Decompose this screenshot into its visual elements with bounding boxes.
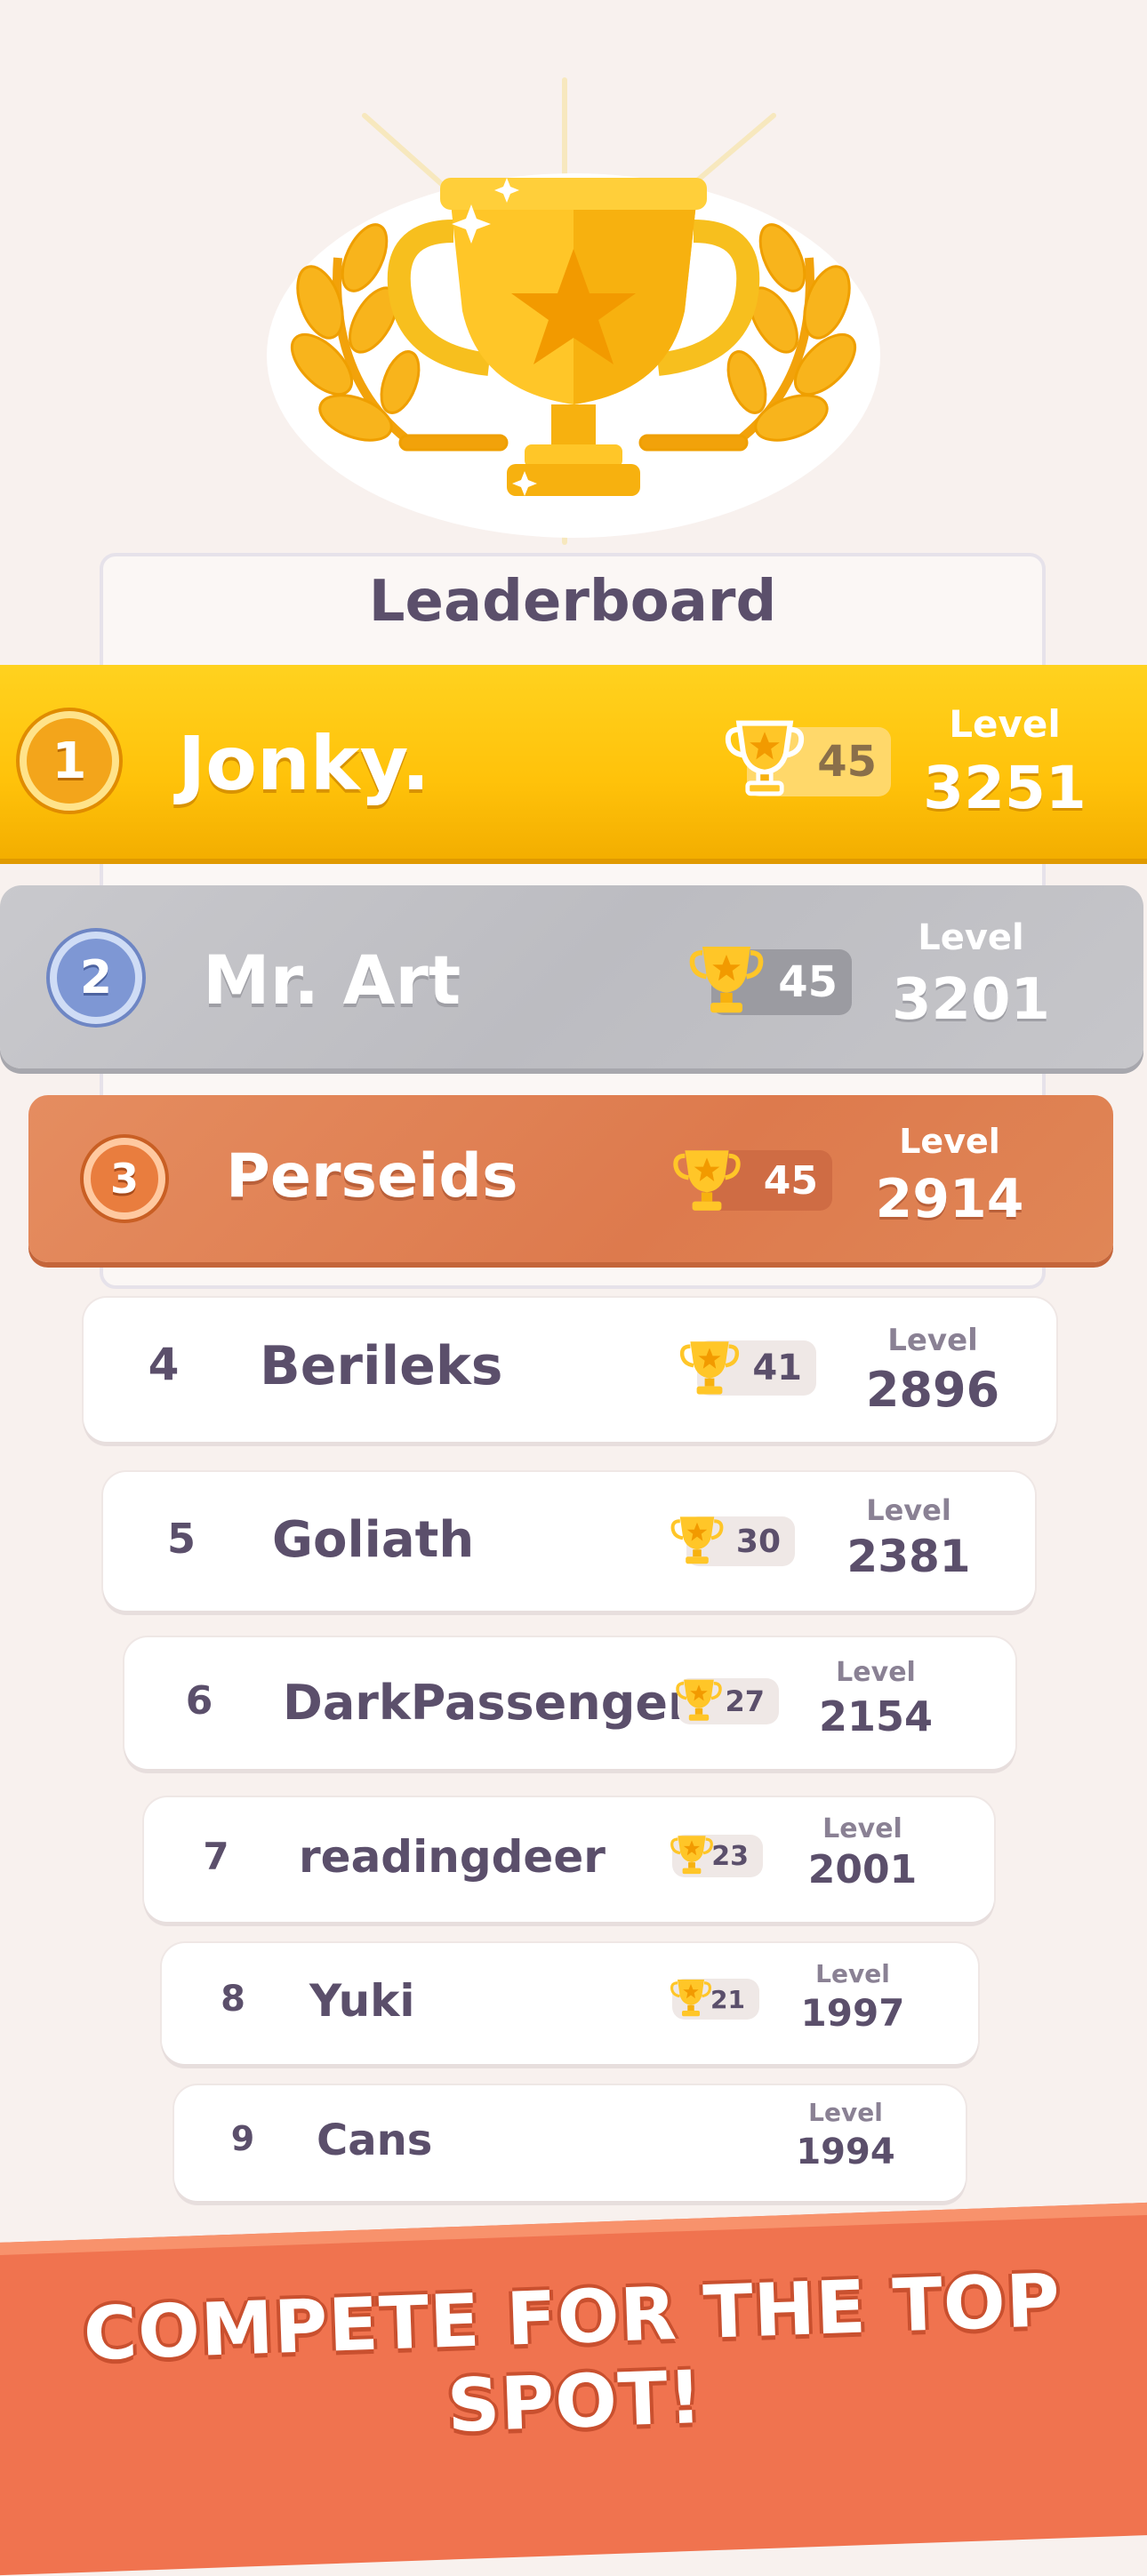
leaderboard-row-4[interactable]: 4 Berileks 41 Level 2896 <box>84 1298 1056 1442</box>
rank-number: 6 <box>185 1678 213 1724</box>
player-name: Perseids <box>226 1141 518 1212</box>
player-name: Berileks <box>260 1335 503 1397</box>
bronze-medal-icon: 3 <box>84 1138 165 1220</box>
trophy-laurel-icon <box>267 173 880 538</box>
player-name: Mr. Art <box>203 940 461 1020</box>
rank-number: 9 <box>230 2119 255 2158</box>
level-label: Level <box>887 1323 978 1358</box>
level-label: Level <box>836 1657 916 1688</box>
trophy-icon <box>670 1516 724 1564</box>
trophy-icon <box>689 947 764 1013</box>
gold-medal-icon: 1 <box>20 711 119 811</box>
rank-number: 4 <box>148 1339 180 1390</box>
level-value: 3201 <box>891 967 1051 1033</box>
silver-medal-icon: 2 <box>50 932 142 1024</box>
trophy-icon <box>676 1679 722 1721</box>
level-label: Level <box>949 702 1061 746</box>
leaderboard-row-6[interactable]: 6 DarkPassenger 27 Level 2154 <box>124 1637 1015 1769</box>
level-label: Level <box>815 1959 890 1988</box>
level-label: Level <box>822 1813 902 1844</box>
player-name: Cans <box>317 2116 433 2165</box>
level-value: 2896 <box>865 1362 1000 1418</box>
level-value: 2001 <box>807 1847 918 1892</box>
level-label: Level <box>899 1122 1000 1161</box>
leaderboard-row-9[interactable]: 9 Cans Level 1994 <box>174 2085 966 2201</box>
level-value: 2914 <box>875 1168 1024 1230</box>
level-value: 2381 <box>846 1531 971 1582</box>
leaderboard-row-5[interactable]: 5 Goliath 30 Level 2381 <box>103 1472 1035 1611</box>
rank-number: 5 <box>166 1515 196 1563</box>
player-name: readingdeer <box>299 1831 606 1883</box>
level-label: Level <box>918 917 1024 958</box>
trophy-icon <box>670 1980 711 2017</box>
player-name: Jonky. <box>178 720 430 807</box>
level-value: 2154 <box>818 1692 934 1740</box>
rank-number: 8 <box>221 1979 245 2020</box>
rank-number: 7 <box>203 1835 229 1878</box>
level-value: 3251 <box>923 754 1087 822</box>
trophy-icon <box>725 720 805 796</box>
player-name: Goliath <box>272 1511 475 1569</box>
level-value: 1997 <box>800 1991 905 2035</box>
leaderboard-row-8[interactable]: 8 Yuki 21 Level 1997 <box>162 1943 978 2064</box>
leaderboard-row-7[interactable]: 7 readingdeer 23 Level 2001 <box>144 1797 994 1922</box>
trophy-icon <box>670 1836 713 1875</box>
level-label: Level <box>808 2098 883 2127</box>
trophy-icon <box>679 1341 740 1395</box>
leaderboard-row-2[interactable]: 2 Mr. Art 45 Level 3201 <box>0 885 1143 1068</box>
player-name: Yuki <box>309 1975 415 2027</box>
page-title: Leaderboard <box>368 569 777 635</box>
level-value: 1994 <box>796 2132 895 2172</box>
leaderboard-row-3[interactable]: 3 Perseids 45 Level 2914 <box>28 1095 1113 1262</box>
leaderboard-row-1[interactable]: 1 Jonky. 45 Level 3251 <box>0 665 1147 859</box>
player-name: DarkPassenger <box>283 1675 692 1731</box>
level-label: Level <box>866 1493 951 1527</box>
trophy-icon <box>673 1150 741 1211</box>
